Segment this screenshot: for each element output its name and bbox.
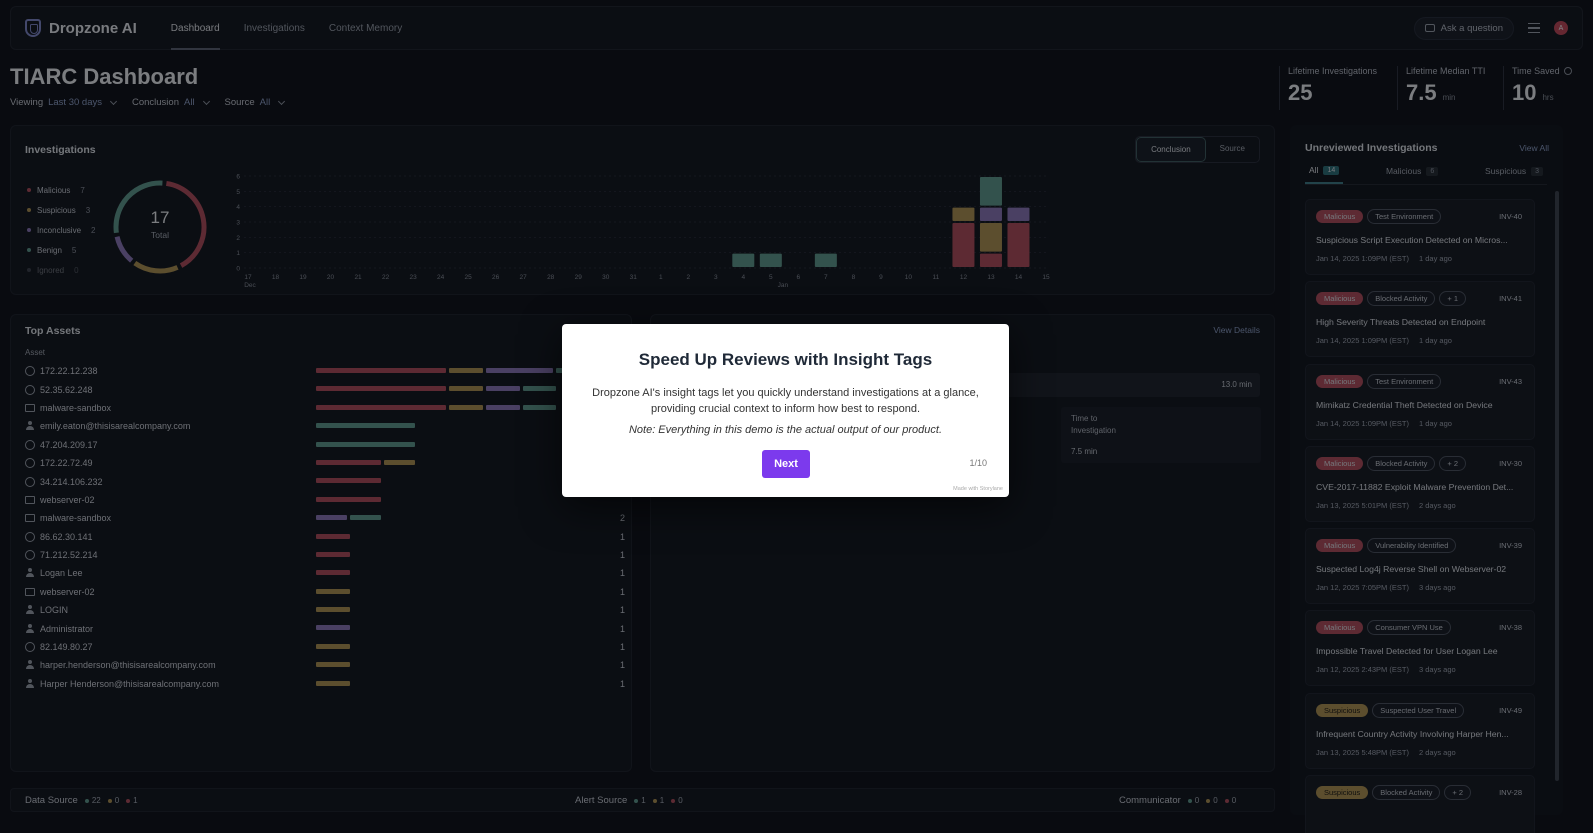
modal-body: Dropzone AI's insight tags let you quick… [592, 387, 979, 415]
made-with-storylane[interactable]: Made with Storylane [953, 486, 1003, 492]
next-button[interactable]: Next [762, 450, 810, 478]
insight-tags-modal: Speed Up Reviews with Insight Tags Dropz… [562, 324, 1009, 497]
step-counter: 1/10 [969, 458, 987, 468]
modal-note: Note: Everything in this demo is the act… [628, 424, 943, 436]
modal-title: Speed Up Reviews with Insight Tags [638, 350, 933, 369]
